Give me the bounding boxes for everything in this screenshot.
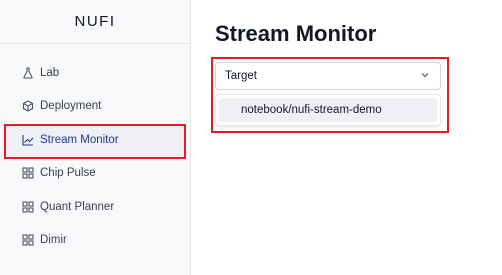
sidebar-item-label: Lab xyxy=(40,66,60,79)
sidebar-item-label: Deployment xyxy=(40,100,102,113)
grid-icon xyxy=(22,167,34,179)
sidebar-item-label: Quant Planner xyxy=(40,200,115,213)
sidebar-item-stream-monitor[interactable]: Stream Monitor xyxy=(0,123,190,159)
cube-icon xyxy=(22,100,34,112)
sidebar-item-label: Dimir xyxy=(40,234,67,247)
brand-logo: NUFI xyxy=(0,0,190,44)
sidebar-item-chip-pulse[interactable]: Chip Pulse xyxy=(0,157,190,191)
main-content: Stream Monitor Target notebook/nufi-stre… xyxy=(191,0,502,275)
chart-line-icon xyxy=(22,134,34,146)
sidebar-item-label: Chip Pulse xyxy=(40,167,96,180)
target-select-label: Target xyxy=(225,70,257,82)
target-dropdown-menu: notebook/nufi-stream-demo xyxy=(215,94,441,126)
flask-icon xyxy=(22,67,34,79)
sidebar-item-dimir[interactable]: Dimir xyxy=(0,224,190,258)
chevron-down-icon xyxy=(420,70,430,83)
grid-icon xyxy=(22,234,34,246)
sidebar-item-label: Stream Monitor xyxy=(40,133,119,146)
target-option[interactable]: notebook/nufi-stream-demo xyxy=(219,98,437,122)
sidebar-item-quant-planner[interactable]: Quant Planner xyxy=(0,190,190,224)
grid-icon xyxy=(22,201,34,213)
sidebar: NUFI Lab Deployment Stream Monitor Chip … xyxy=(0,0,191,275)
sidebar-item-lab[interactable]: Lab xyxy=(0,56,190,90)
sidebar-item-deployment[interactable]: Deployment xyxy=(0,90,190,124)
page-title: Stream Monitor xyxy=(215,21,377,46)
sidebar-nav: Lab Deployment Stream Monitor Chip Pulse… xyxy=(0,44,190,257)
target-select[interactable]: Target xyxy=(215,62,441,90)
